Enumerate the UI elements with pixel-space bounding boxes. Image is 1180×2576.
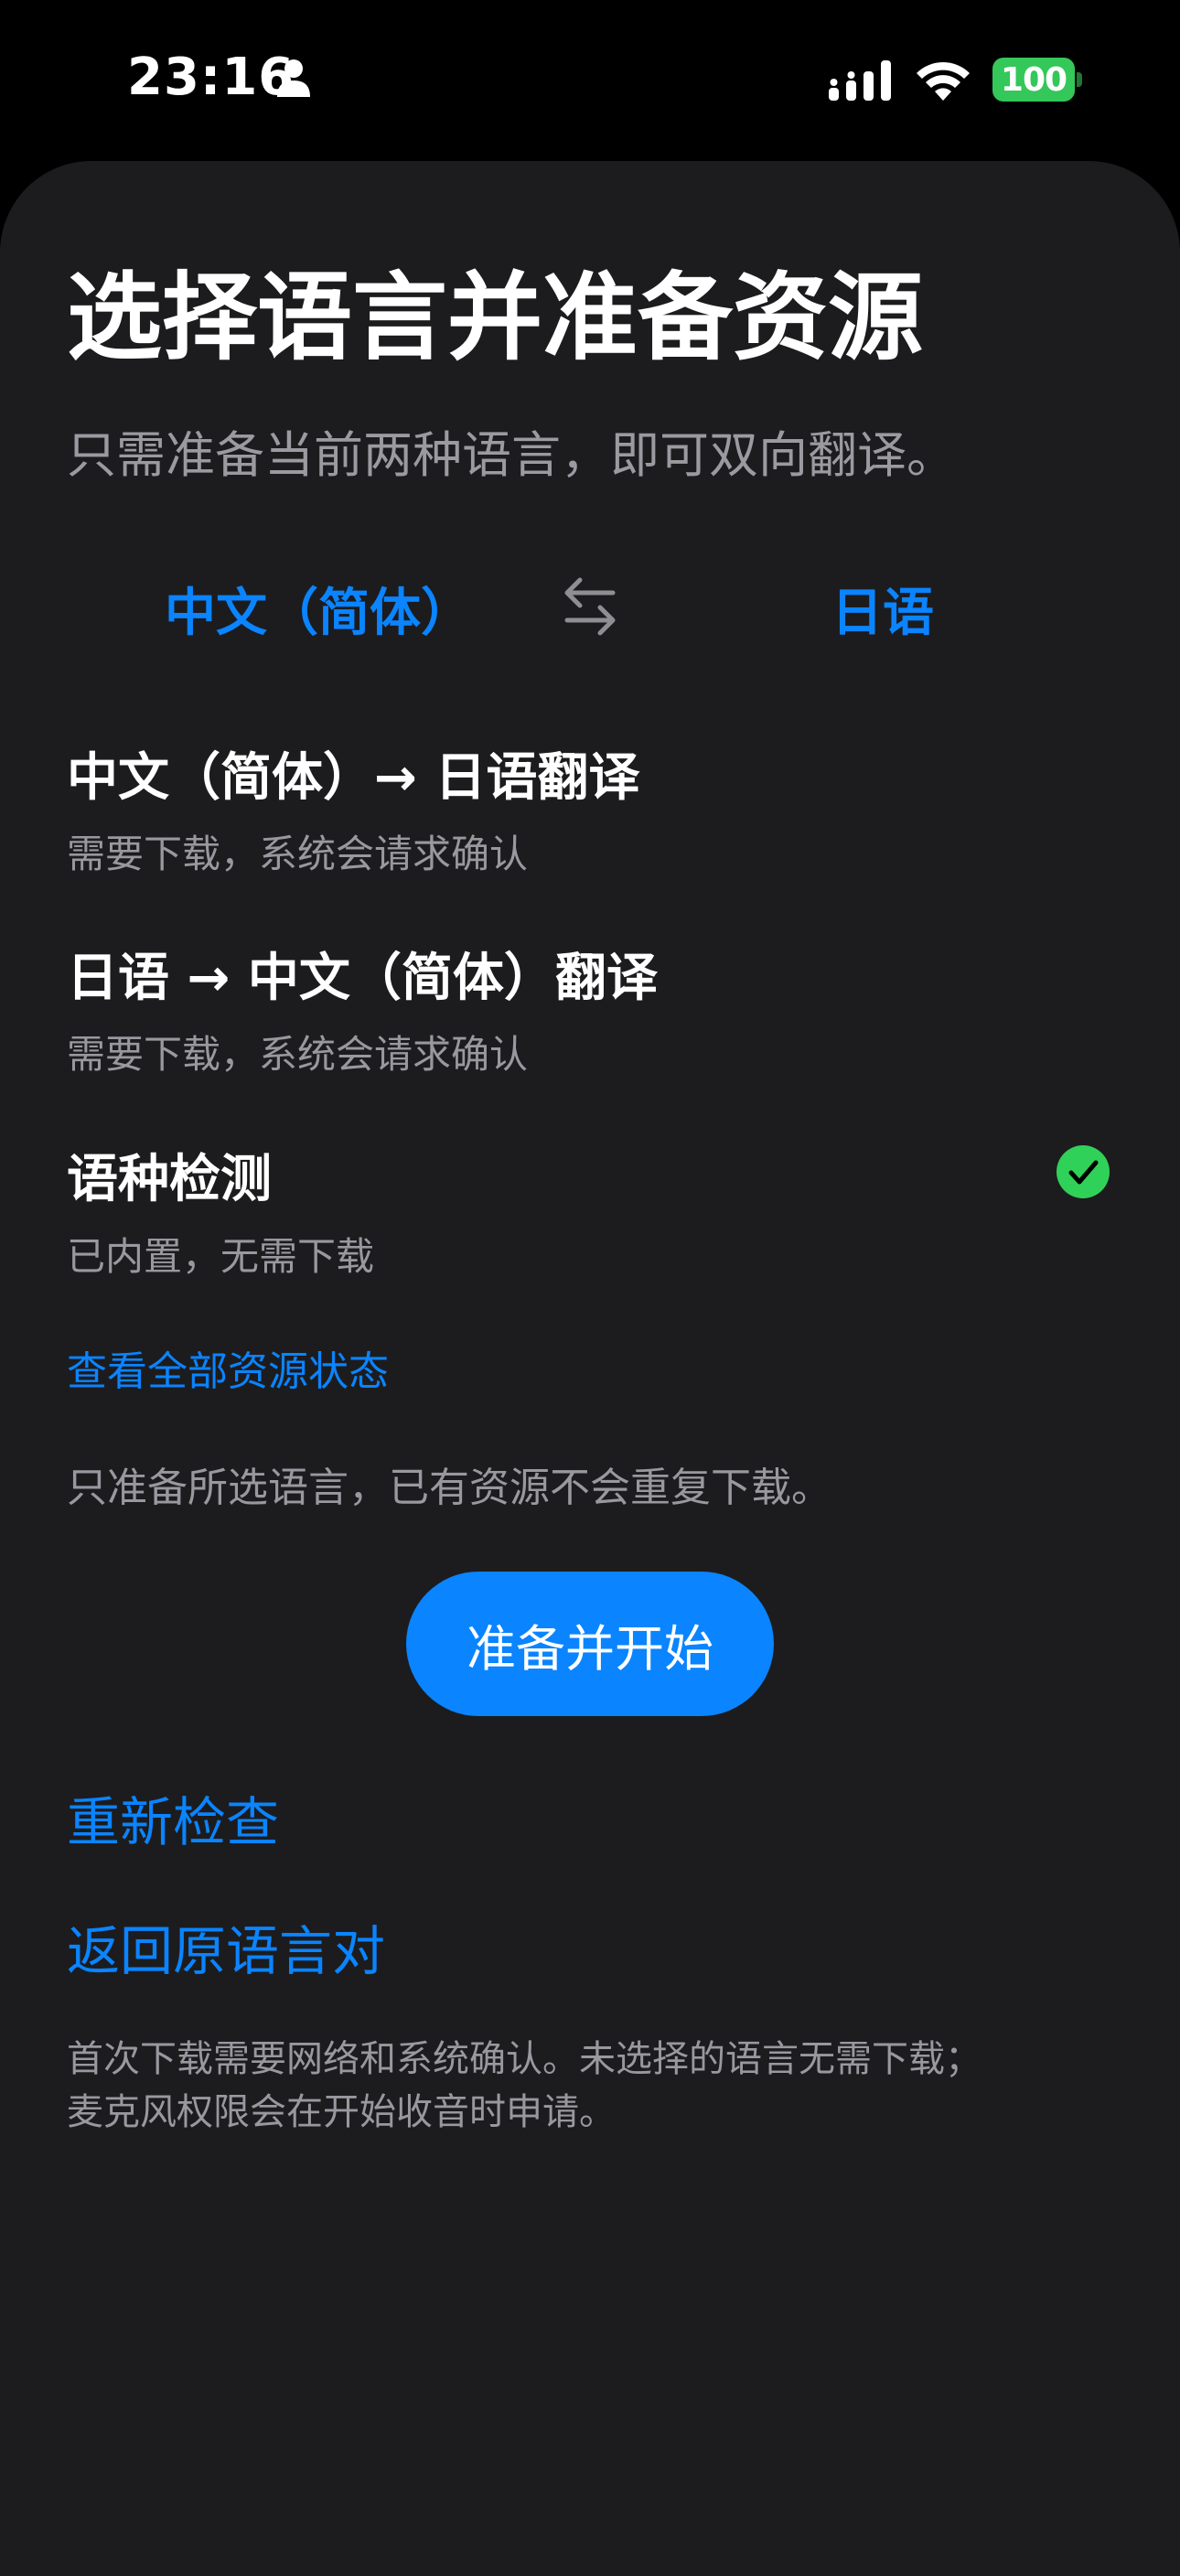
swap-arrows-icon[interactable]: [560, 574, 620, 639]
footnote-line: 麦克风权限会在开始收音时申请。: [67, 2091, 616, 2133]
back-to-original-pair-link[interactable]: 返回原语言对: [67, 1908, 385, 1985]
battery-tip: [1077, 72, 1082, 87]
footnote: 首次下载需要网络和系统确认。未选择的语言无需下载； 麦克风权限会在开始收音时申请…: [67, 2033, 1119, 2139]
view-all-resources-link[interactable]: 查看全部资源状态: [67, 1338, 389, 1397]
person-icon: [277, 59, 310, 97]
checkmark-circle-icon: [1057, 1145, 1110, 1198]
battery-level: 100: [992, 58, 1075, 102]
status-bar: 23:16 100: [0, 0, 1180, 160]
resource-title: 中文（简体）→ 日语翻译: [67, 748, 640, 808]
info-text: 只准备所选语言，已有资源不会重复下载。: [67, 1465, 831, 1511]
wifi-icon: [917, 61, 970, 101]
battery-icon: 100: [992, 58, 1082, 102]
resource-title: 语种检测: [67, 1150, 272, 1209]
prepare-and-start-button[interactable]: 准备并开始: [406, 1572, 774, 1716]
recheck-link[interactable]: 重新检查: [67, 1779, 279, 1856]
status-time: 23:16: [127, 48, 295, 107]
page-title: 选择语言并准备资源: [67, 262, 924, 373]
target-language-button[interactable]: 日语: [831, 572, 934, 646]
footnote-line: 首次下载需要网络和系统确认。未选择的语言无需下载；: [67, 2038, 982, 2080]
resource-note: 需要下载，系统会请求确认: [67, 1032, 529, 1077]
resource-note: 需要下载，系统会请求确认: [67, 832, 529, 876]
signal-icon: [829, 60, 891, 101]
source-language-button[interactable]: 中文（简体）: [165, 572, 472, 646]
resource-note: 已内置，无需下载: [67, 1234, 375, 1279]
resource-title: 日语 → 中文（简体）翻译: [67, 949, 658, 1008]
page-subtitle: 只需准备当前两种语言，即可双向翻译。: [67, 426, 956, 484]
